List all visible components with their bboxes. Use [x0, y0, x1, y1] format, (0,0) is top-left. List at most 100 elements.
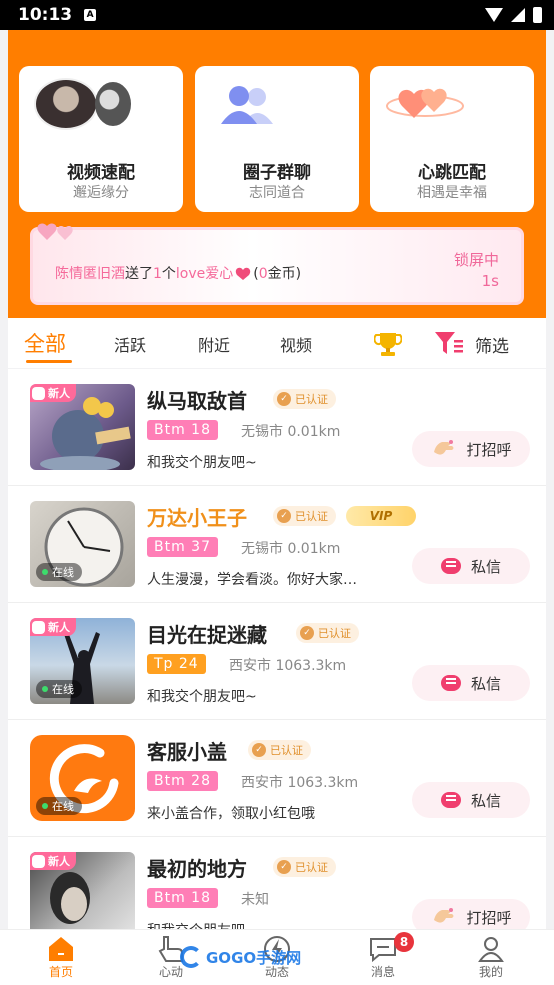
- header-panel: 视频速配 邂逅缘分 圈子群聊 志同道合 心跳匹配 相遇是幸福 陈情匿旧酒送了1个…: [8, 30, 546, 318]
- status-time: 10:13: [18, 5, 73, 25]
- user-name: 目光在捉迷藏: [147, 623, 267, 647]
- user-bio: 和我交个朋友吧: [147, 920, 245, 929]
- list-item[interactable]: 新人 纵马取敌首 ✓ 已认证 Btm 18 无锡市 0.01km 和我交个朋友吧~…: [8, 369, 546, 486]
- user-photo: 新人 在线: [30, 618, 135, 704]
- battery-icon: [533, 7, 542, 23]
- gift-coins: 0: [258, 266, 268, 282]
- gender-age-tag: Tp 24: [147, 654, 206, 674]
- feature-subtitle: 相遇是幸福: [417, 185, 487, 201]
- verified-badge: ✓ 已认证: [273, 506, 336, 526]
- user-bio: 人生漫漫，学会看淡。你好大家…: [147, 572, 357, 588]
- list-item[interactable]: 新人 最初的地方 ✓已认证 Btm 18 未知 和我交个朋友吧 打招呼: [8, 837, 546, 929]
- user-location: 西安市 1063.3km: [229, 658, 347, 674]
- gogo-logo-icon: [180, 946, 202, 968]
- gift-sender: 陈情匿旧酒: [55, 266, 125, 282]
- heart-gift-icon: [236, 267, 251, 280]
- nav-label: 我的: [478, 965, 503, 979]
- hearts-icon: [386, 88, 464, 118]
- user-photo: 在线: [30, 735, 135, 821]
- user-name: 客服小盖: [147, 740, 227, 764]
- gift-message: 陈情匿旧酒送了1个love爱心 (0金币): [55, 263, 301, 283]
- video-match-card[interactable]: 视频速配 邂逅缘分: [19, 66, 183, 212]
- user-name: 万达小王子: [147, 506, 247, 530]
- gender-age-tag: Btm 37: [147, 537, 218, 557]
- home-icon: [49, 937, 73, 961]
- verified-badge: ✓ 已认证: [248, 740, 311, 760]
- user-photo: 新人: [30, 384, 135, 470]
- user-photo: 新人: [30, 852, 135, 929]
- chat-icon: [440, 675, 461, 691]
- message-button[interactable]: 私信: [412, 782, 530, 818]
- user-photo: 在线: [30, 501, 135, 587]
- hearts-icon: [37, 223, 73, 240]
- group-chat-card[interactable]: 圈子群聊 志同道合: [195, 66, 359, 212]
- message-button[interactable]: 私信: [412, 548, 530, 584]
- notification-a-icon: A: [84, 9, 97, 21]
- action-label: 私信: [470, 557, 501, 576]
- list-item[interactable]: 在线 客服小盖 ✓ 已认证 Btm 28 西安市 1063.3km 来小盖合作，领…: [8, 720, 546, 837]
- verified-badge: ✓ 已认证: [296, 623, 359, 643]
- avatar: [34, 78, 98, 130]
- chat-icon: [440, 792, 461, 808]
- nav-mine[interactable]: 我的: [436, 930, 546, 985]
- tab-nearby[interactable]: 附近: [198, 332, 230, 356]
- new-user-badge: 新人: [30, 852, 76, 870]
- lock-screen-countdown: 锁屏中 1s: [454, 250, 499, 292]
- watermark: GOGO手游网: [180, 946, 301, 968]
- vip-badge: VIP: [346, 506, 416, 526]
- tab-active[interactable]: 活跃: [114, 332, 146, 356]
- signal-icon: [511, 8, 525, 22]
- check-icon: ✓: [300, 626, 314, 640]
- wave-hand-icon: [434, 908, 454, 923]
- user-bio: 和我交个朋友吧~: [147, 689, 257, 705]
- avatar: [95, 82, 131, 126]
- feature-subtitle: 邂逅缘分: [73, 185, 129, 201]
- filter-tabs: 全部 活跃 附近 视频 筛选: [8, 318, 546, 368]
- feature-title: 视频速配: [67, 163, 135, 183]
- verified-badge: ✓ 已认证: [273, 857, 336, 877]
- action-label: 私信: [470, 674, 501, 693]
- gift-count: 1: [153, 266, 162, 282]
- user-location: 无锡市 0.01km: [241, 424, 341, 440]
- nav-label: 消息: [370, 965, 395, 979]
- wave-hand-icon: [434, 440, 454, 455]
- wifi-icon: [485, 8, 503, 22]
- chat-icon: [440, 558, 461, 574]
- gift-broadcast-banner[interactable]: 陈情匿旧酒送了1个love爱心 (0金币) 锁屏中 1s: [30, 223, 524, 305]
- status-bar: 10:13 A: [0, 0, 554, 30]
- gender-age-tag: Btm 18: [147, 888, 218, 908]
- user-name: 纵马取敌首: [147, 389, 247, 413]
- list-item[interactable]: 新人 在线 目光在捉迷藏 ✓ 已认证 Tp 24 西安市 1063.3km 和我交…: [8, 603, 546, 720]
- online-status: 在线: [36, 563, 82, 581]
- message-button[interactable]: 私信: [412, 665, 530, 701]
- user-icon: [478, 937, 504, 962]
- tab-video[interactable]: 视频: [280, 332, 312, 356]
- gift-name: love爱心: [175, 266, 234, 282]
- check-icon: ✓: [277, 509, 291, 523]
- user-list: 新人 纵马取敌首 ✓ 已认证 Btm 18 无锡市 0.01km 和我交个朋友吧~…: [8, 369, 546, 929]
- online-status: 在线: [36, 680, 82, 698]
- user-bio: 来小盖合作，领取小红包哦: [147, 806, 315, 822]
- user-location: 西安市 1063.3km: [241, 775, 359, 791]
- gift-text: 送了: [125, 266, 153, 282]
- nav-home[interactable]: 首页: [6, 930, 116, 985]
- filter-icon[interactable]: [434, 330, 464, 356]
- heartbeat-match-card[interactable]: 心跳匹配 相遇是幸福: [370, 66, 534, 212]
- tab-all[interactable]: 全部: [24, 328, 66, 358]
- lock-label: 锁屏中: [453, 251, 499, 269]
- feature-title: 心跳匹配: [418, 163, 486, 183]
- online-status: 在线: [36, 797, 82, 815]
- gender-age-tag: Btm 28: [147, 771, 218, 791]
- check-icon: ✓: [252, 743, 266, 757]
- greet-button[interactable]: 打招呼: [412, 899, 530, 929]
- user-location: 未知: [241, 892, 269, 908]
- nav-messages[interactable]: 8 消息: [328, 930, 438, 985]
- greet-button[interactable]: 打招呼: [412, 431, 530, 467]
- check-icon: ✓: [277, 392, 291, 406]
- lock-seconds: 1s: [481, 272, 499, 290]
- gift-text: 个: [161, 266, 176, 282]
- list-item[interactable]: 在线 万达小王子 ✓ 已认证 VIP Btm 37 无锡市 0.01km 人生漫漫…: [8, 486, 546, 603]
- trophy-icon[interactable]: [374, 331, 402, 357]
- feature-title: 圈子群聊: [243, 163, 311, 183]
- filter-label[interactable]: 筛选: [475, 332, 509, 357]
